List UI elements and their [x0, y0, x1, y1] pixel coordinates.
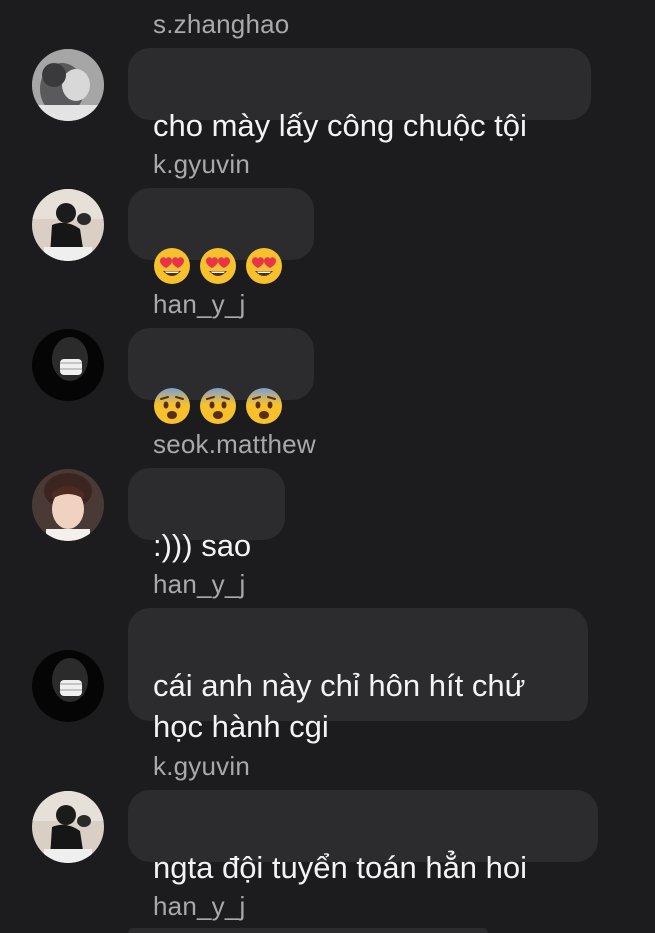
- message-bubble[interactable]: [128, 928, 488, 933]
- avatar[interactable]: [32, 791, 104, 863]
- sender-name: seok.matthew: [153, 429, 316, 459]
- message-text: :))) sao: [153, 528, 252, 563]
- fearful-face-emoji-icon: [200, 387, 236, 424]
- sender-name: k.gyuvin: [153, 149, 250, 179]
- message-bubble[interactable]: [128, 188, 314, 284]
- sender-name: k.gyuvin: [153, 751, 250, 781]
- avatar[interactable]: [32, 189, 104, 261]
- sender-name: han_y_j: [153, 891, 246, 921]
- heart-eyes-emoji-icon: [200, 247, 236, 284]
- message-text: cái anh này chỉ hôn hít chứ học hành cgi: [153, 668, 526, 744]
- sender-name: han_y_j: [153, 289, 246, 319]
- heart-eyes-emoji-icon: [246, 247, 282, 284]
- fearful-face-emoji-icon: [246, 387, 282, 424]
- message-bubble[interactable]: cho mày lấy công chuộc tội: [128, 48, 591, 143]
- message-text: cho mày lấy công chuộc tội: [153, 108, 527, 143]
- heart-eyes-emoji-icon: [154, 247, 190, 284]
- message-bubble[interactable]: [128, 328, 314, 424]
- avatar[interactable]: [32, 650, 104, 722]
- avatar[interactable]: [32, 469, 104, 541]
- avatar-han-y-j-icon: [32, 650, 104, 722]
- fearful-face-emoji-icon: [154, 387, 190, 424]
- avatar-zhanghao-icon: [32, 49, 104, 121]
- avatar-matthew-icon: [32, 469, 104, 541]
- message-bubble[interactable]: ngta đội tuyển toán hẳn hoi: [128, 790, 598, 885]
- sender-name: han_y_j: [153, 569, 246, 599]
- avatar-gyuvin-icon: [32, 791, 104, 863]
- message-bubble[interactable]: cái anh này chỉ hôn hít chứ học hành cgi: [128, 608, 588, 744]
- avatar-han-y-j-icon: [32, 329, 104, 401]
- avatar-gyuvin-icon: [32, 189, 104, 261]
- message-bubble[interactable]: :))) sao: [128, 468, 285, 563]
- sender-name: s.zhanghao: [153, 9, 290, 39]
- message-text: ngta đội tuyển toán hẳn hoi: [153, 850, 528, 885]
- avatar[interactable]: [32, 329, 104, 401]
- avatar[interactable]: [32, 49, 104, 121]
